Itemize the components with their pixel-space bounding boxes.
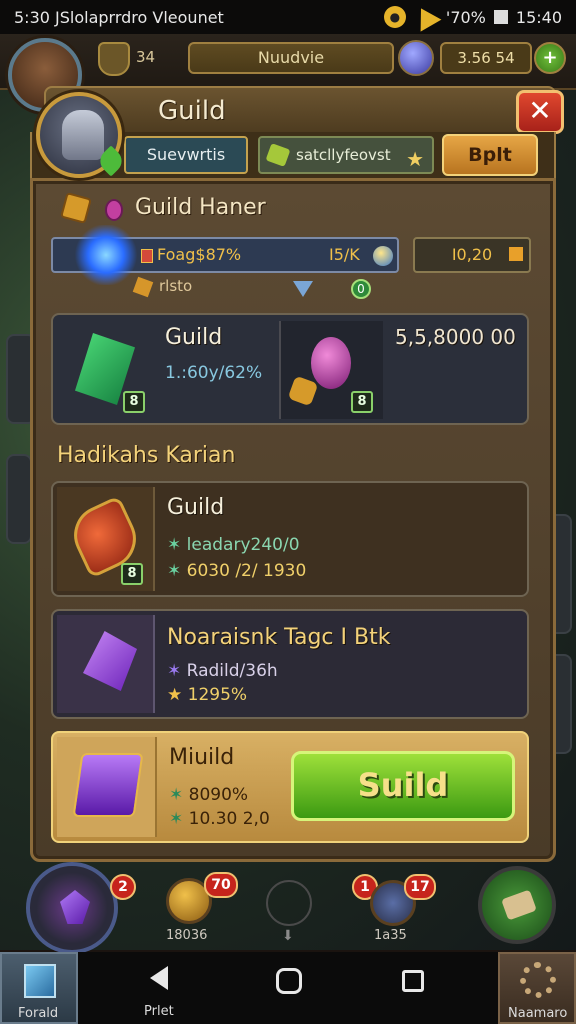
tab-overview[interactable]: Suevwrtis xyxy=(124,136,248,174)
item-line-2-text: 6030 /2/ 1930 xyxy=(186,561,307,581)
home-icon[interactable] xyxy=(276,968,302,994)
add-currency-button[interactable]: + xyxy=(534,42,566,74)
status-time-left: 5:30 xyxy=(14,7,50,27)
status-carrier: JSlolaprrdro Vleounet xyxy=(55,7,224,27)
potion-icon xyxy=(105,199,123,221)
count-badge: 8 xyxy=(121,563,143,585)
status-time-right: 15:40 xyxy=(515,7,562,27)
item-line-2: ✶ 6030 /2/ 1930 xyxy=(167,561,307,581)
notification-badge: 17 xyxy=(404,874,436,900)
scene-pillar xyxy=(6,454,32,544)
item-line-1: ✶ leadary240/0 xyxy=(167,535,300,555)
orb-icon xyxy=(373,246,393,266)
battery-icon xyxy=(493,10,508,24)
guild-header-title: Guild Haner xyxy=(135,195,266,220)
item-name: Miuild xyxy=(169,745,235,770)
player-name-bar[interactable]: Nuudvie xyxy=(188,42,394,74)
guild-item-card[interactable]: 8 Guild ✶ leadary240/0 ✶ 6030 /2/ 1930 xyxy=(51,481,529,597)
guild-subrow: rlsto xyxy=(132,276,193,298)
item-name: Noaraisnk Tagc I Btk xyxy=(167,625,391,650)
guild-stat-2: I5/K xyxy=(329,245,360,264)
guild-modal: Guild ✕ Suevwrtis satcllyfeovst ★ Bplt G… xyxy=(30,86,564,862)
item-line-2-text: 10.30 2,0 xyxy=(188,809,270,829)
guild-item-card[interactable]: Noaraisnk Tagc I Btk ✶ Radild/36h ★ 1295… xyxy=(51,609,529,719)
signal-icon xyxy=(410,2,442,32)
back-icon[interactable] xyxy=(150,966,168,990)
recents-icon[interactable] xyxy=(402,970,424,992)
gem-icon xyxy=(60,890,90,924)
resource-name: Guild xyxy=(165,325,223,350)
modal-title: Guild xyxy=(158,96,226,126)
mana-orb-icon xyxy=(398,40,434,76)
guild-stat-1: Foag$87% xyxy=(157,245,242,264)
battery-text: '70% xyxy=(445,7,486,27)
crown-icon xyxy=(60,192,92,224)
status-right: ● '70% 15:40 xyxy=(383,2,562,32)
social-label: 1a35 xyxy=(374,928,407,943)
map-button[interactable] xyxy=(478,866,556,944)
scroll-icon xyxy=(501,889,537,921)
tab-edit-button[interactable]: Bplt xyxy=(442,134,538,176)
treasure-chest-icon xyxy=(72,753,144,817)
shield-icon xyxy=(98,42,130,76)
status-left: 5:30 JSlolaprrdro Vleounet xyxy=(14,8,384,27)
resource-sub: 1.:60y/62% xyxy=(165,363,263,383)
bottom-hud: 2 70 18036 ⬇ 1 17 1a35 xyxy=(0,862,576,954)
guild-stat-box[interactable]: I0,20 xyxy=(413,237,531,273)
item-line-2: ★ 1295% xyxy=(167,685,248,705)
item-line-1-text: 8090% xyxy=(188,785,249,805)
item-line-1: ✶ Radild/36h xyxy=(167,661,278,681)
guild-stat-box-value: I0,20 xyxy=(451,245,493,264)
resource-value: 5,5,8000 00 xyxy=(395,325,516,349)
cube-icon xyxy=(24,964,56,998)
system-nav-bar: Forald Prlet Naamaro xyxy=(0,952,576,1024)
dropdown-arrow-icon[interactable] xyxy=(293,281,313,297)
guild-emblem xyxy=(36,92,127,178)
cube-icon xyxy=(132,276,154,298)
status-badge: 0 xyxy=(351,279,371,299)
back-label: Prlet xyxy=(144,1004,174,1019)
potion-flask-icon xyxy=(311,337,351,389)
helmet-icon xyxy=(62,110,104,160)
item-line-2: ✶ 10.30 2,0 xyxy=(169,809,270,829)
gold-label: 18036 xyxy=(166,928,208,943)
item-line-1: ✶ 8090% xyxy=(169,785,249,805)
item-line-2-text: 1295% xyxy=(187,685,248,705)
star-icon: ★ xyxy=(406,147,424,171)
gear-icon xyxy=(520,962,556,998)
settings-tile-button[interactable]: Naamaro xyxy=(498,952,576,1024)
down-arrow-icon: ⬇ xyxy=(282,928,294,944)
gem-icon xyxy=(265,143,291,167)
tab-activity-label: satcllyfeovst xyxy=(296,146,391,164)
item-line-1-text: leadary240/0 xyxy=(186,535,300,555)
empty-slot xyxy=(266,880,312,926)
guild-panel: Guild Haner Foag$87% I5/K I0,20 rlsto 0 … xyxy=(30,178,556,862)
count-badge: 8 xyxy=(123,391,145,413)
item-name: Guild xyxy=(167,495,225,520)
item-line-1-text: Radild/36h xyxy=(186,661,278,681)
crystal-spark-icon xyxy=(73,225,139,285)
count-badge: 8 xyxy=(351,391,373,413)
section-title: Hadikahs Karian xyxy=(57,443,236,468)
stat-flag-icon xyxy=(141,249,153,263)
expand-icon xyxy=(509,247,523,261)
inventory-button[interactable] xyxy=(26,862,118,954)
guild-sub-text: rlsto xyxy=(159,277,193,295)
notification-badge: 70 xyxy=(204,872,238,898)
home-tile-button[interactable]: Forald xyxy=(0,952,78,1024)
tab-activity[interactable]: satcllyfeovst ★ xyxy=(258,136,434,174)
status-bar: 5:30 JSlolaprrdro Vleounet ● '70% 15:40 xyxy=(0,0,576,34)
coin-counter: 3.56 54 xyxy=(440,42,532,74)
home-tile-label: Forald xyxy=(18,1006,59,1021)
player-level: 34 xyxy=(136,48,156,66)
build-button[interactable]: Suild xyxy=(291,751,515,821)
settings-tile-label: Naamaro xyxy=(508,1006,568,1021)
close-button[interactable]: ✕ xyxy=(516,90,564,134)
guild-resource-card[interactable]: 8 Guild 1.:60y/62% 8 5,5,8000 00 xyxy=(51,313,529,425)
notification-badge: 2 xyxy=(110,874,136,900)
notification-icon: ● xyxy=(383,6,406,28)
